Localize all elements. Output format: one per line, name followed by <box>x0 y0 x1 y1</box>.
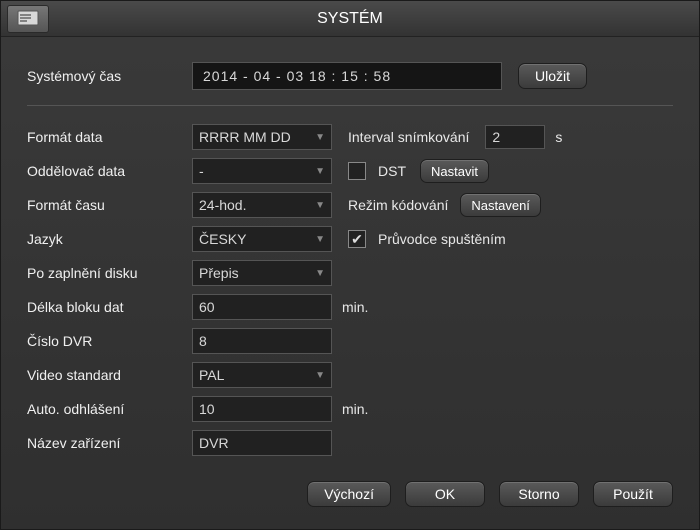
device-name-input[interactable]: DVR <box>192 430 332 456</box>
time-format-value: 24-hod. <box>199 197 246 213</box>
dvr-number-input[interactable]: 8 <box>192 328 332 354</box>
chevron-down-icon: ▼ <box>315 370 325 381</box>
row-system-time: Systémový čas 2014 - 04 - 03 18 : 15 : 5… <box>27 59 673 93</box>
label-dst: DST <box>378 163 406 179</box>
content-area: Systémový čas 2014 - 04 - 03 18 : 15 : 5… <box>1 37 699 481</box>
label-encode-mode: Režim kódování <box>348 197 448 213</box>
disk-full-value: Přepis <box>199 265 239 281</box>
row-date-separator: Oddělovač data - ▼ DST Nastavit <box>27 154 673 188</box>
label-wizard: Průvodce spuštěním <box>378 231 506 247</box>
disk-full-select[interactable]: Přepis ▼ <box>192 260 332 286</box>
label-min-2: min. <box>342 401 368 417</box>
label-date-format: Formát data <box>27 129 192 145</box>
row-disk-full: Po zaplnění disku Přepis ▼ <box>27 256 673 290</box>
encode-settings-button[interactable]: Nastavení <box>460 193 541 217</box>
footer-buttons: Výchozí OK Storno Použít <box>1 481 699 529</box>
chevron-down-icon: ▼ <box>315 166 325 177</box>
label-language: Jazyk <box>27 231 192 247</box>
chevron-down-icon: ▼ <box>315 268 325 279</box>
divider <box>27 105 673 106</box>
label-system-time: Systémový čas <box>27 68 192 84</box>
label-seconds: s <box>555 129 562 145</box>
wizard-checkbox[interactable]: ✔ <box>348 230 366 248</box>
language-select[interactable]: ČESKY ▼ <box>192 226 332 252</box>
chevron-down-icon: ▼ <box>315 200 325 211</box>
label-dvr-number: Číslo DVR <box>27 333 192 349</box>
label-time-format: Formát času <box>27 197 192 213</box>
cancel-button[interactable]: Storno <box>499 481 579 507</box>
row-date-format: Formát data RRRR MM DD ▼ Interval snímko… <box>27 120 673 154</box>
label-min-1: min. <box>342 299 368 315</box>
row-block-length: Délka bloku dat 60 min. <box>27 290 673 324</box>
date-separator-select[interactable]: - ▼ <box>192 158 332 184</box>
chevron-down-icon: ▼ <box>315 132 325 143</box>
row-time-format: Formát času 24-hod. ▼ Režim kódování Nas… <box>27 188 673 222</box>
auto-logout-input[interactable]: 10 <box>192 396 332 422</box>
label-device-name: Název zařízení <box>27 435 192 451</box>
system-time-input[interactable]: 2014 - 04 - 03 18 : 15 : 58 <box>192 62 502 90</box>
label-date-separator: Oddělovač data <box>27 163 192 179</box>
label-auto-logout: Auto. odhlášení <box>27 401 192 417</box>
chevron-down-icon: ▼ <box>315 234 325 245</box>
save-button[interactable]: Uložit <box>518 63 587 89</box>
apply-button[interactable]: Použít <box>593 481 673 507</box>
video-standard-value: PAL <box>199 367 224 383</box>
row-dvr-number: Číslo DVR 8 <box>27 324 673 358</box>
date-separator-value: - <box>199 163 204 179</box>
label-video-standard: Video standard <box>27 367 192 383</box>
time-format-select[interactable]: 24-hod. ▼ <box>192 192 332 218</box>
ok-button[interactable]: OK <box>405 481 485 507</box>
dst-set-button[interactable]: Nastavit <box>420 159 489 183</box>
row-device-name: Název zařízení DVR <box>27 426 673 460</box>
row-auto-logout: Auto. odhlášení 10 min. <box>27 392 673 426</box>
snapshot-interval-input[interactable]: 2 <box>485 125 545 149</box>
label-disk-full: Po zaplnění disku <box>27 265 192 281</box>
label-snapshot-interval: Interval snímkování <box>348 129 469 145</box>
titlebar: SYSTÉM <box>1 1 699 37</box>
language-value: ČESKY <box>199 231 246 247</box>
row-video-standard: Video standard PAL ▼ <box>27 358 673 392</box>
block-length-input[interactable]: 60 <box>192 294 332 320</box>
system-settings-window: SYSTÉM Systémový čas 2014 - 04 - 03 18 :… <box>0 0 700 530</box>
video-standard-select[interactable]: PAL ▼ <box>192 362 332 388</box>
dst-checkbox[interactable] <box>348 162 366 180</box>
system-icon <box>7 5 49 33</box>
date-format-value: RRRR MM DD <box>199 129 291 145</box>
row-language: Jazyk ČESKY ▼ ✔ Průvodce spuštěním <box>27 222 673 256</box>
window-title: SYSTÉM <box>1 10 699 28</box>
label-block-length: Délka bloku dat <box>27 299 192 315</box>
default-button[interactable]: Výchozí <box>307 481 391 507</box>
date-format-select[interactable]: RRRR MM DD ▼ <box>192 124 332 150</box>
